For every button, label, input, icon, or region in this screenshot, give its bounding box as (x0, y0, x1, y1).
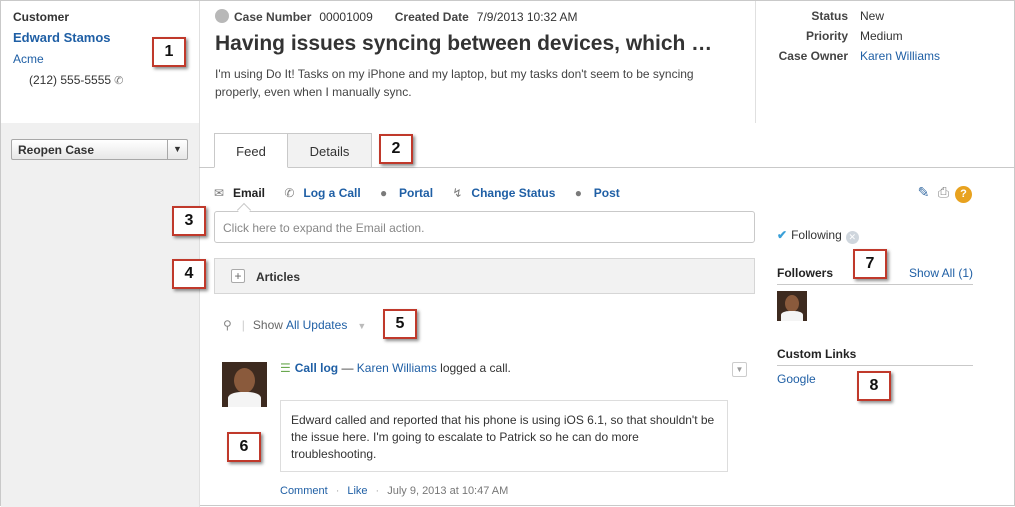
priority-value: Medium (860, 29, 903, 43)
lightning-icon: ↯ (452, 186, 463, 200)
feed-item-header: ☰ Call log — Karen Williams logged a call… (280, 361, 511, 375)
action-post-label: Post (593, 186, 620, 200)
header-divider (755, 1, 756, 123)
priority-label: Priority (805, 29, 848, 43)
print-icon[interactable]: ⎙ (935, 184, 952, 201)
show-label: Show (252, 318, 283, 332)
case-icon (215, 9, 229, 23)
publisher-actions: ✉ Email ✆ Log a Call ● Portal ↯ Change Statu… (214, 186, 636, 200)
speech-bubble-icon: ● (574, 186, 583, 200)
case-meta: Case Number 00001009 Created Date 7/9/2013 … (215, 9, 600, 24)
reopen-case-dropdown[interactable]: Reopen Case ▼ (11, 139, 188, 160)
phone-icon: ✆ (114, 75, 124, 87)
case-title: Having issues syncing between devices, w… (215, 32, 713, 55)
callout-7: 7 (853, 249, 887, 279)
followers-label: Followers (777, 266, 834, 280)
follower-avatar[interactable] (777, 291, 807, 321)
edit-layout-icon[interactable]: ✎ (915, 184, 932, 201)
case-owner-link[interactable]: Karen Williams (860, 49, 940, 63)
feed-filter: ⚲ | Show All Updates ▼ (223, 318, 366, 332)
like-link[interactable]: Like (347, 485, 367, 497)
account-link[interactable]: Acme (13, 52, 44, 66)
envelope-icon: ✉ (214, 186, 225, 200)
tab-feed[interactable]: Feed (214, 133, 288, 168)
help-icon[interactable]: ? (955, 186, 972, 203)
chevron-down-icon[interactable]: ▼ (357, 321, 366, 331)
unfollow-icon[interactable]: ✕ (845, 231, 859, 244)
callout-5: 5 (383, 309, 417, 339)
articles-label: Articles (256, 270, 301, 284)
following-toggle[interactable]: ✔ Following ✕ (777, 228, 859, 244)
phone-number: (212) 555-5555 (29, 73, 112, 87)
callout-1: 1 (152, 37, 186, 67)
custom-links-label: Custom Links (777, 347, 857, 361)
case-owner-label: Case Owner (778, 49, 848, 63)
case-description: I'm using Do It! Tasks on my iPhone and … (215, 67, 694, 99)
callout-4: 4 (172, 259, 206, 289)
callout-6: 6 (227, 432, 261, 462)
status-value: New (860, 9, 885, 23)
call-log-icon: ☰ (280, 361, 291, 375)
following-label: Following (791, 228, 842, 242)
custom-links-header: Custom Links (777, 347, 973, 366)
author-avatar[interactable] (222, 362, 267, 407)
comment-link[interactable]: Comment (280, 485, 328, 497)
page-tools: ✎ ⎙? (912, 184, 972, 203)
filter-value-link[interactable]: All Updates (286, 318, 347, 332)
email-action-input[interactable]: Click here to expand the Email action. (214, 211, 755, 243)
expand-plus-icon[interactable]: + (231, 269, 245, 283)
feed-timestamp[interactable]: July 9, 2013 at 10:47 AM (387, 485, 508, 497)
action-portal[interactable]: ● Portal (380, 186, 433, 200)
show-all-followers-link[interactable]: Show All (1) (909, 266, 973, 280)
feed-author-link[interactable]: Karen Williams (357, 361, 437, 375)
feed-item-body: Edward called and reported that his phon… (280, 400, 728, 472)
feed-action-text: logged a call. (440, 361, 511, 375)
case-number: 00001009 (319, 10, 373, 24)
action-email[interactable]: ✉ Email (214, 186, 265, 200)
customer-name-link[interactable]: Edward Stamos (13, 30, 111, 45)
action-post[interactable]: ● Post (575, 186, 620, 200)
left-sidebar-background (1, 123, 199, 507)
header-separator: — (341, 361, 354, 375)
created-date-label: Created Date (394, 10, 469, 24)
search-icon[interactable]: ⚲ (223, 318, 232, 332)
created-date: 7/9/2013 10:32 AM (476, 10, 578, 24)
action-email-label: Email (233, 186, 266, 200)
footer-separator: · (335, 485, 340, 497)
reopen-case-label: Reopen Case (18, 143, 95, 157)
tab-details[interactable]: Details (288, 133, 372, 168)
action-change-status-label: Change Status (471, 186, 556, 200)
footer-separator: · (375, 485, 380, 497)
email-placeholder: Click here to expand the Email action. (223, 221, 425, 235)
filter-separator: | (241, 318, 245, 332)
call-log-link[interactable]: Call log (295, 361, 338, 375)
customer-panel: Customer Edward Stamos Acme (212) 555-55… (1, 1, 199, 507)
status-label: Status (811, 9, 848, 23)
checkmark-icon: ✔ (777, 228, 788, 242)
people-icon: ● (380, 186, 388, 200)
action-change-status[interactable]: ↯ Change Status (452, 186, 555, 200)
callout-8: 8 (857, 371, 891, 401)
customer-phone[interactable]: (212) 555-5555 ✆ (29, 73, 123, 87)
google-link[interactable]: Google (777, 372, 816, 386)
callout-3: 3 (172, 206, 206, 236)
case-number-label: Case Number (234, 10, 312, 24)
feed-item-menu[interactable]: ▼ (732, 362, 747, 377)
action-log-a-call-label: Log a Call (303, 186, 361, 200)
action-portal-label: Portal (399, 186, 434, 200)
case-details-summary: Status New Priority Medium Case Owner Karen… (761, 9, 1011, 69)
phone-icon: ✆ (284, 186, 295, 200)
column-divider (199, 1, 200, 507)
action-log-a-call[interactable]: ✆ Log a Call (284, 186, 360, 200)
feed-item-footer: Comment · Like · July 9, 2013 at 10:47 AM (280, 485, 508, 497)
articles-panel[interactable]: + Articles (214, 258, 755, 294)
callout-2: 2 (379, 134, 413, 164)
chevron-down-icon[interactable]: ▼ (167, 140, 187, 159)
customer-label: Customer (13, 10, 70, 24)
